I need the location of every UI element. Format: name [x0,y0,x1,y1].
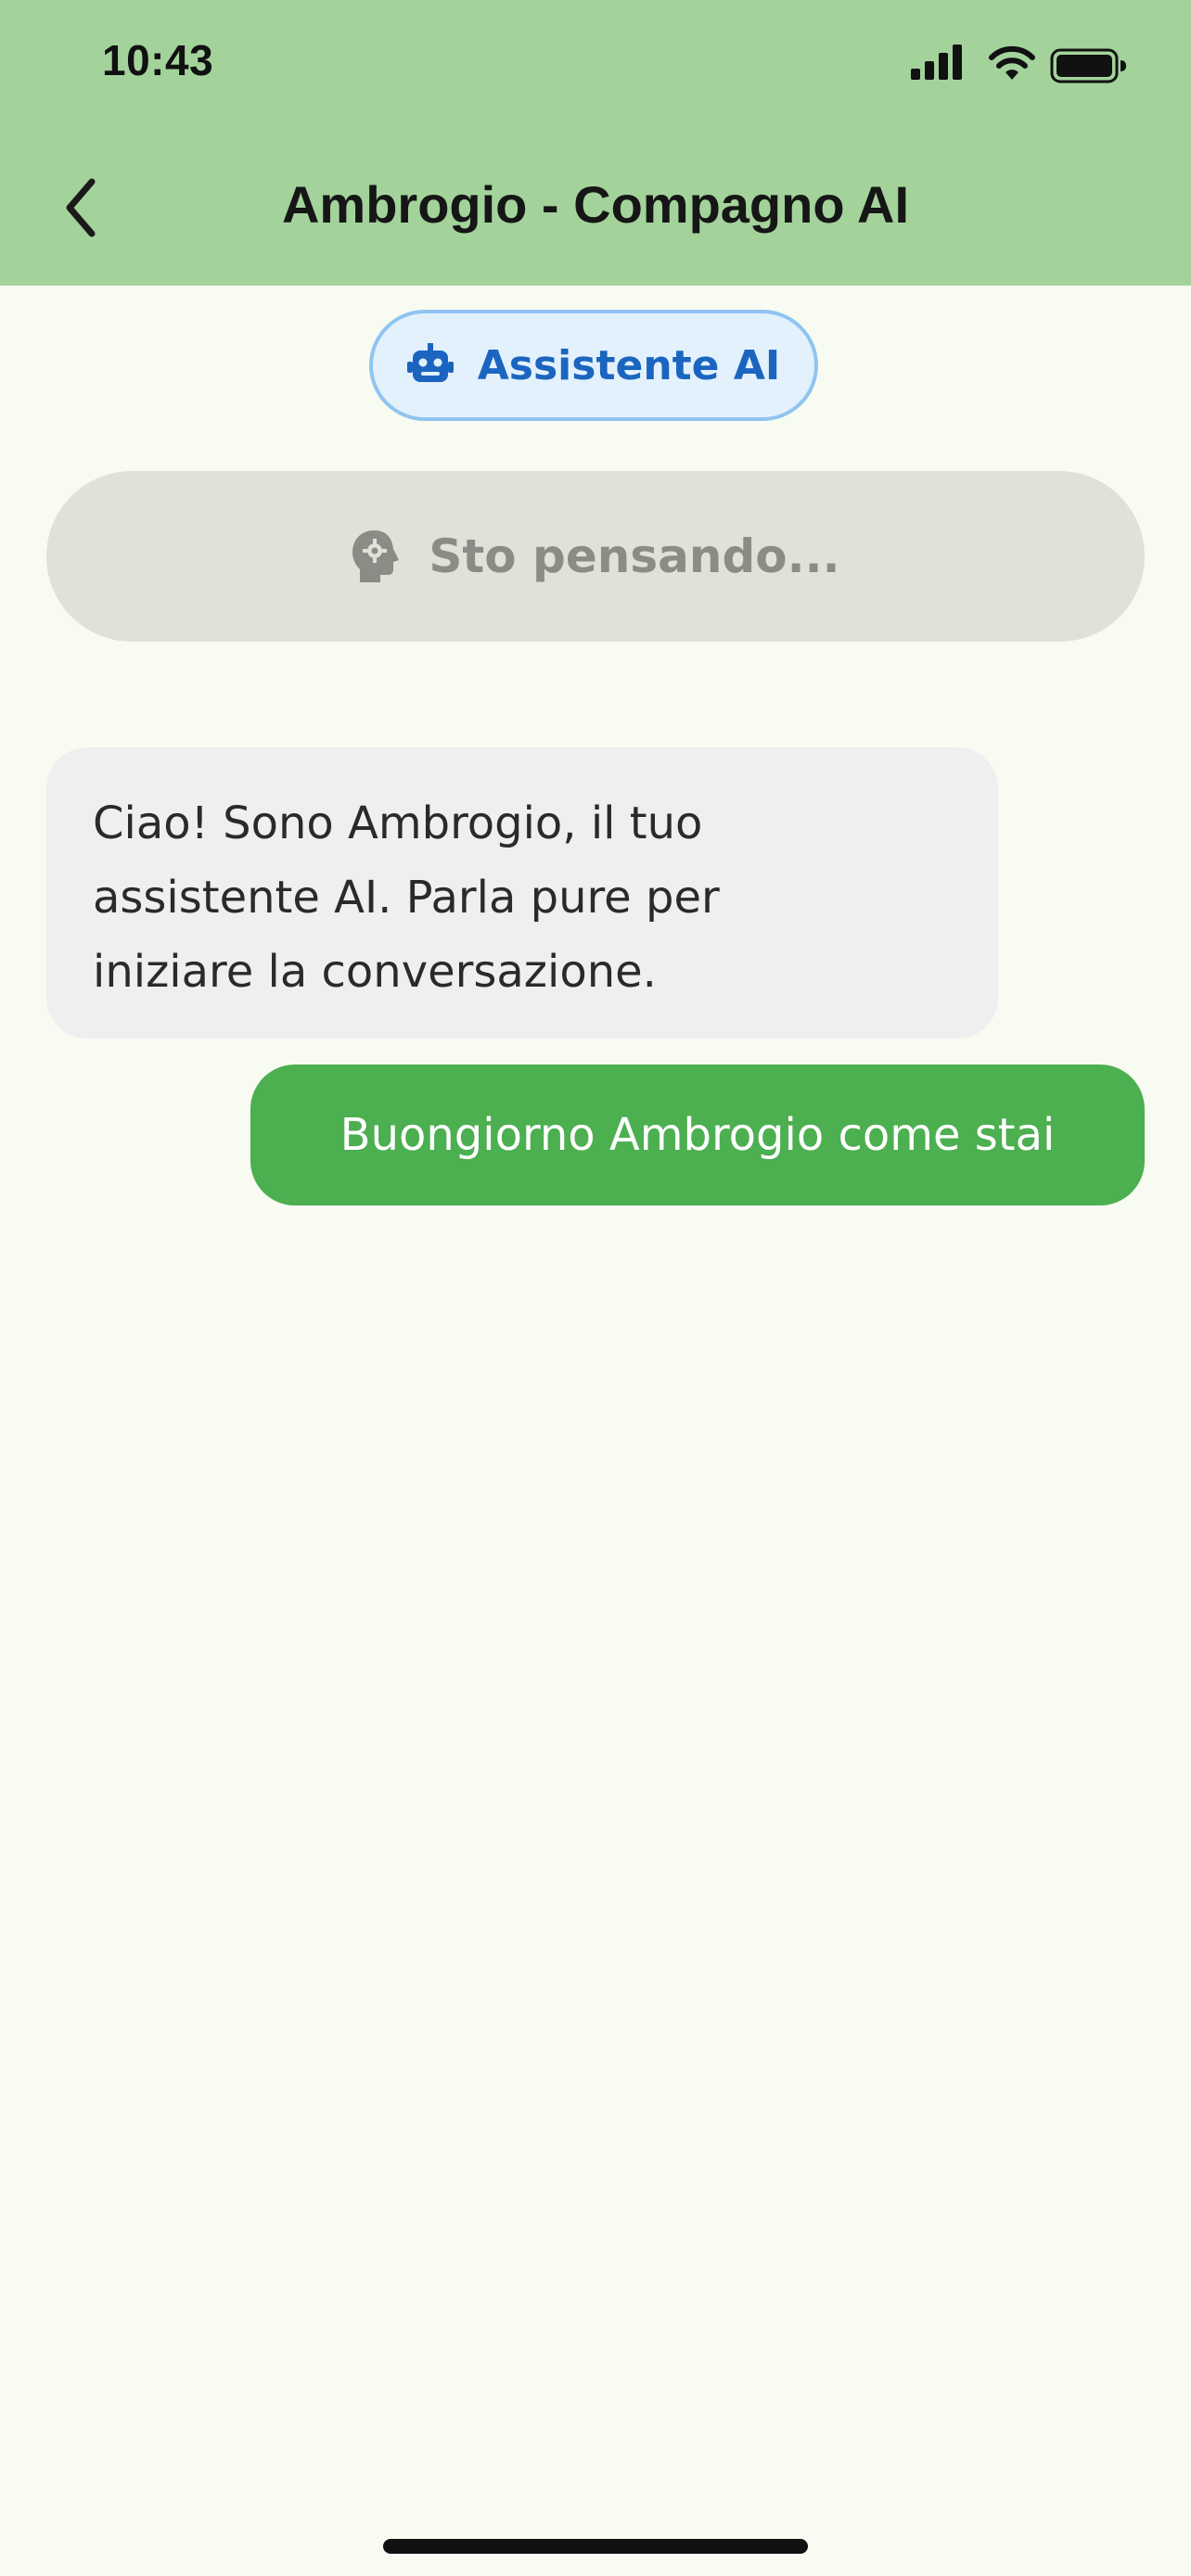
thinking-label: Sto pensando... [429,529,840,583]
brain-head-icon [352,530,400,582]
assistant-message: Ciao! Sono Ambrogio, il tuo assistente A… [46,747,998,1039]
assistant-mode-chip[interactable]: Assistente AI [369,310,818,421]
message-line: assistente AI. Parla pure per [93,872,720,924]
status-icons [911,45,1133,85]
message-line: Ciao! Sono Ambrogio, il tuo [93,797,703,849]
robot-icon [406,343,454,382]
home-indicator[interactable] [383,2539,808,2554]
user-message: Buongiorno Ambrogio come stai [250,1065,1145,1205]
signal-icon [911,45,962,80]
thinking-status: Sto pensando... [46,471,1145,642]
page-title: Ambrogio - Compagno AI [281,175,910,234]
user-message-text: Buongiorno Ambrogio come stai [339,1109,1056,1161]
wifi-icon [989,45,1035,80]
battery-icon [1050,48,1126,83]
status-time: 10:43 [102,36,214,84]
assistant-mode-label: Assistente AI [477,341,781,389]
message-line: iniziare la conversazione. [93,946,657,998]
app-header: 10:43 Ambrogio - Compagno AI [0,0,1191,286]
